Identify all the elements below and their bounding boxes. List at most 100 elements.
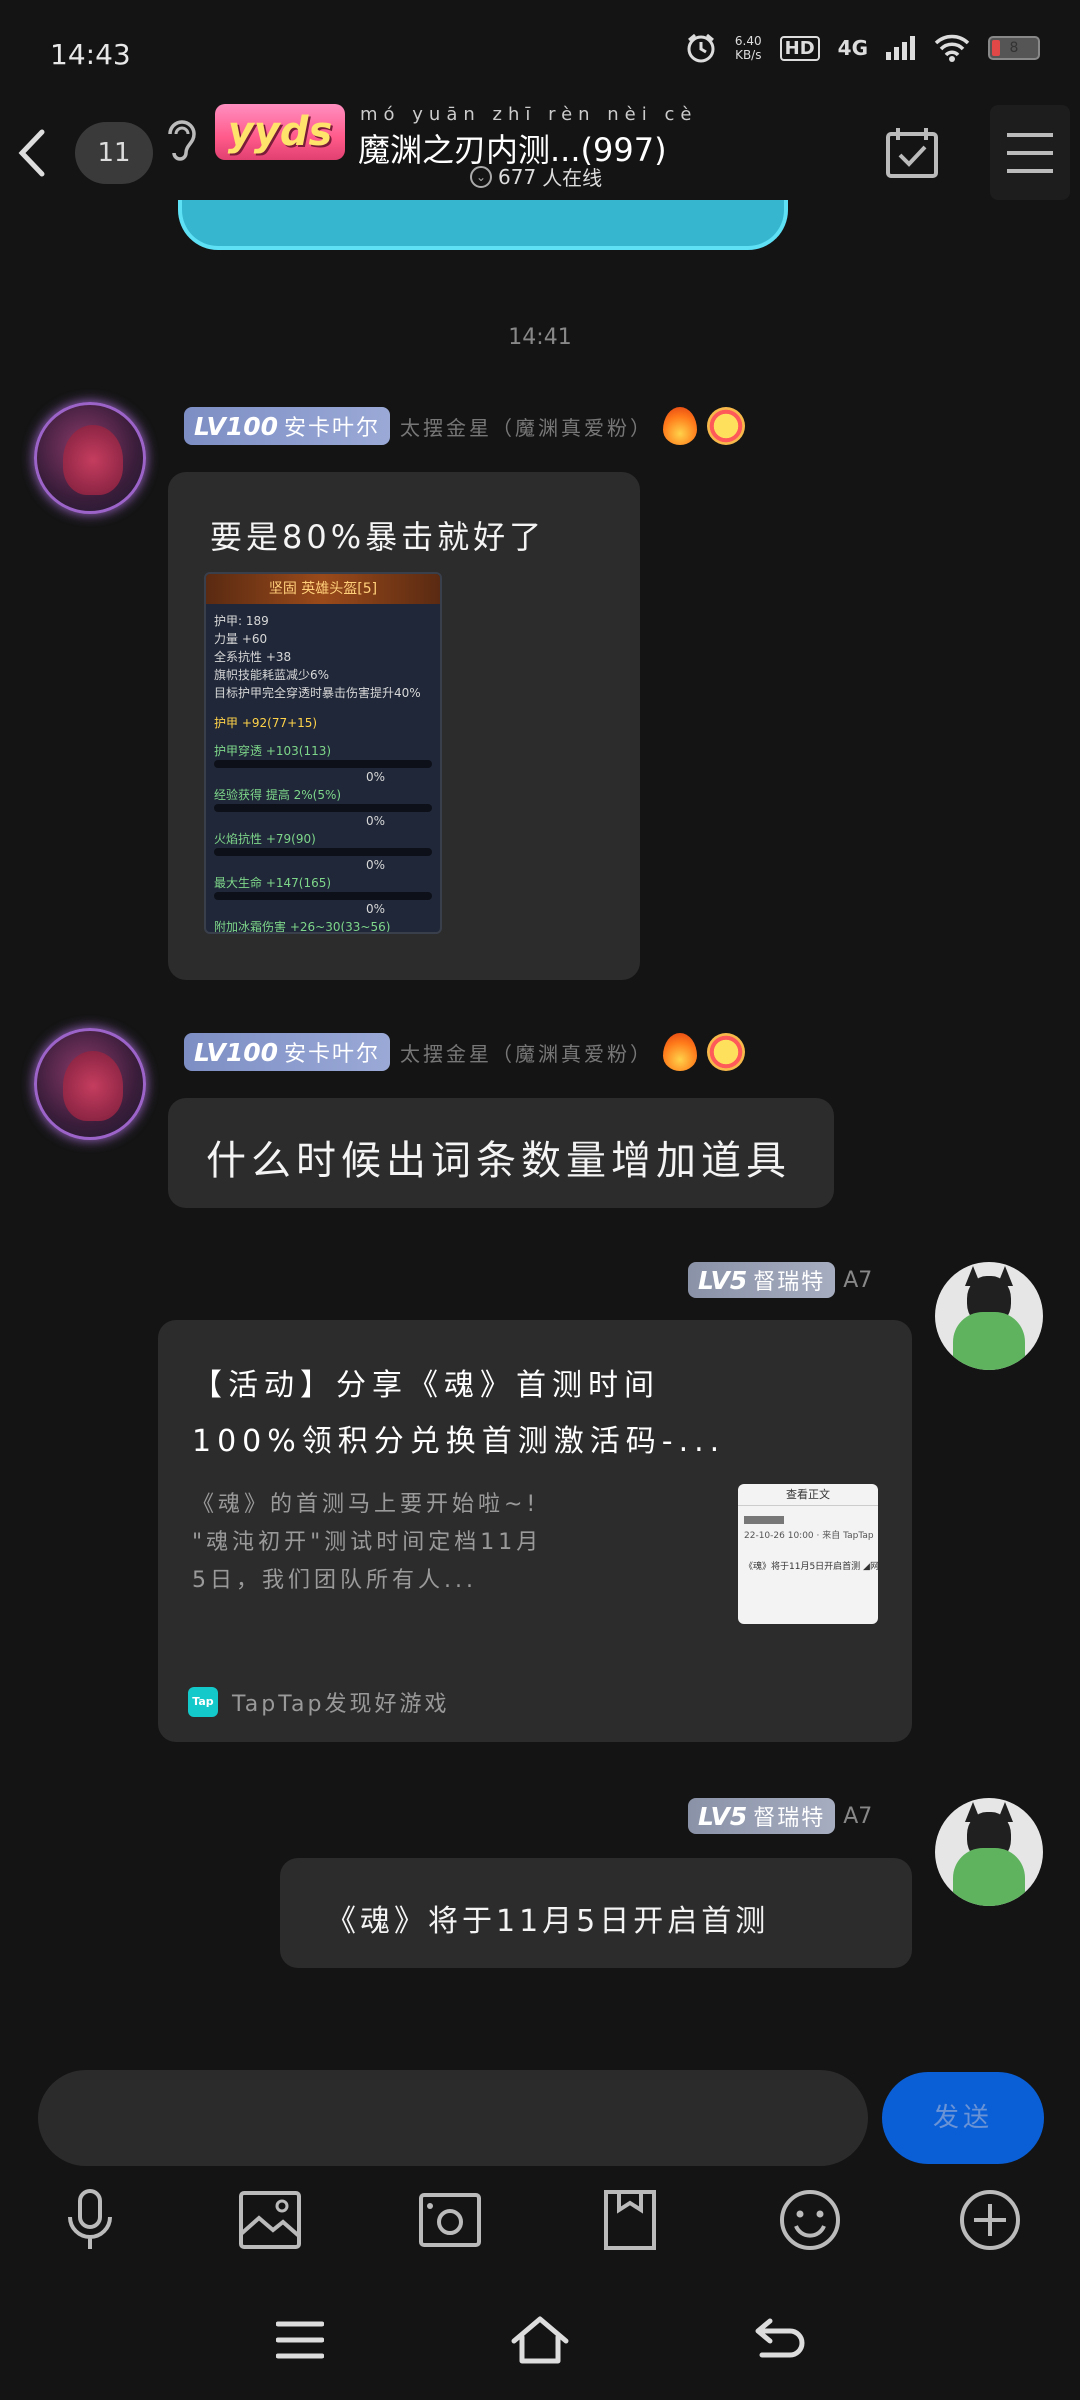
group-logo: yyds <box>215 104 345 160</box>
message-image[interactable]: 坚固 英雄头盔[5] 护甲: 189 力量 +60 全系抗性 +38 旗帜技能耗… <box>204 572 442 934</box>
title-name: 安卡叶尔 <box>284 1042 381 1067</box>
image-line: 护甲 +92(77+15) <box>214 716 318 730</box>
group-title[interactable]: mó yuān zhī rèn nèi cè 魔渊之刃内测...(997) <box>358 104 697 171</box>
battery-icon: 8 <box>988 36 1040 60</box>
message-bubble[interactable]: 什么时候出词条数量增加道具 <box>168 1098 834 1208</box>
level-badge: LV100 安卡叶尔 <box>184 407 391 445</box>
image-line: 全系抗性 +38 <box>214 650 292 664</box>
message-bubble[interactable]: 要是80%暴击就好了 坚固 英雄头盔[5] 护甲: 189 力量 +60 全系抗… <box>168 472 640 980</box>
share-card[interactable]: 【活动】分享《魂》首测时间 100%领积分兑换首测激活码-... 《魂》的首测马… <box>158 1320 912 1742</box>
online-count: 677 <box>498 164 537 189</box>
card-source: Tap TapTap发现好游戏 <box>188 1686 450 1718</box>
file-icon <box>604 2190 656 2250</box>
status-icons: 6.40 KB/s HD 4G 8 <box>685 32 1040 64</box>
online-status[interactable]: ⌄ 677 人在线 <box>470 162 602 191</box>
calendar-check-icon[interactable] <box>884 124 940 180</box>
unread-count-badge[interactable]: 11 <box>75 122 153 184</box>
image-icon <box>239 2191 301 2249</box>
card-title-line: 【活动】分享《魂》首测时间 <box>192 1368 660 1403</box>
plus-button[interactable] <box>950 2180 1030 2260</box>
image-line: 目标护甲完全穿透时暴击伤害提升40% <box>214 686 421 700</box>
level-label: LV5 <box>698 1801 748 1831</box>
card-description-line: "魂沌初开"测试时间定档11月 <box>192 1530 543 1555</box>
speed-unit: KB/s <box>735 48 762 62</box>
home-button[interactable] <box>505 2310 575 2370</box>
back-icon[interactable] <box>12 128 52 178</box>
level-label: LV5 <box>698 1265 748 1295</box>
camera-button[interactable] <box>410 2180 490 2260</box>
card-description-line: 5日，我们团队所有人... <box>192 1568 477 1593</box>
file-button[interactable] <box>590 2180 670 2260</box>
source-label: TapTap发现好游戏 <box>232 1692 450 1717</box>
stat-bar <box>214 804 432 812</box>
alarm-icon <box>687 33 715 63</box>
status-time: 14:43 <box>50 38 131 71</box>
message-text: 什么时候出词条数量增加道具 <box>206 1138 791 1184</box>
back-nav-button[interactable] <box>745 2310 815 2370</box>
menu-icon <box>1007 133 1053 173</box>
sender-header: LV100 安卡叶尔 太摆金星（魔渊真爱粉） <box>184 1033 746 1071</box>
flame-icon <box>663 407 698 445</box>
hd-badge: HD <box>779 35 820 61</box>
member-tag: A7 <box>843 1267 873 1293</box>
system-nav-bar <box>0 2300 1080 2370</box>
menu-button[interactable] <box>990 105 1070 200</box>
level-badge: LV5 督瑞特 <box>688 1798 836 1834</box>
image-line: 经验获得 提高 2%(5%) <box>214 788 342 802</box>
previous-message-card <box>178 200 788 250</box>
ear-icon[interactable] <box>162 116 198 166</box>
online-label: 人在线 <box>542 166 603 190</box>
level-label: LV100 <box>194 411 279 441</box>
sender-nickname[interactable]: 太摆金星（魔渊真爱粉） <box>400 1038 653 1067</box>
send-button[interactable]: 发送 <box>882 2072 1044 2164</box>
card-title-line: 100%领积分兑换首测激活码-... <box>192 1424 726 1459</box>
taptap-icon: Tap <box>188 1687 218 1717</box>
message-text: 要是80%暴击就好了 <box>210 518 546 556</box>
message-timestamp: 14:41 <box>508 325 572 350</box>
sender-header: LV5 督瑞特 A7 <box>688 1262 872 1298</box>
title-name: 安卡叶尔 <box>284 416 381 441</box>
sun-face-icon <box>707 407 746 445</box>
card-description-line: 《魂》的首测马上要开始啦~! <box>192 1492 540 1517</box>
mic-icon <box>68 2189 112 2249</box>
group-title-pinyin: mó yuān zhī rèn nèi cè <box>360 104 698 125</box>
thumbnail-avatar-line <box>744 1516 784 1524</box>
sender-nickname[interactable]: 太摆金星（魔渊真爱粉） <box>400 412 653 441</box>
thumbnail-text: 《魂》将于11月5日开启首测 ◢网页链接 <box>744 1562 878 1572</box>
speed-value: 6.40 <box>734 34 762 48</box>
sender-header: LV100 安卡叶尔 太摆金星（魔渊真爱粉） <box>184 407 746 445</box>
recent-apps-button[interactable] <box>265 2310 335 2370</box>
avatar[interactable] <box>935 1262 1043 1370</box>
image-line: 0% <box>366 770 386 784</box>
thumbnail-title: 查看正文 <box>738 1484 878 1506</box>
message-bubble[interactable]: 《魂》将于11月5日开启首测 <box>280 1858 912 1968</box>
image-line: 0% <box>366 858 386 872</box>
network-type: 4G <box>837 36 868 60</box>
level-badge: LV5 督瑞特 <box>688 1262 836 1298</box>
network-speed: 6.40 KB/s <box>735 34 762 62</box>
sender-header: LV5 督瑞特 A7 <box>688 1798 872 1834</box>
member-tag: A7 <box>843 1803 873 1829</box>
emoji-button[interactable] <box>770 2180 850 2260</box>
card-thumbnail: 查看正文 22-10-26 10:00 · 来自 TapTap 《魂》将于11月… <box>738 1484 878 1624</box>
image-line: 护甲穿透 +103(113) <box>214 744 332 758</box>
image-line: 火焰抗性 +79(90) <box>214 832 316 846</box>
level-label: LV100 <box>194 1037 279 1067</box>
emoji-icon <box>780 2190 840 2250</box>
camera-icon <box>419 2193 481 2247</box>
avatar[interactable] <box>935 1798 1043 1906</box>
battery-level: 8 <box>1009 40 1019 56</box>
image-title: 坚固 英雄头盔[5] <box>206 574 440 604</box>
avatar[interactable] <box>34 402 146 514</box>
status-bar: 14:43 6.40 KB/s HD 4G 8 <box>0 0 1080 100</box>
message-text: 《魂》将于11月5日开启首测 <box>326 1904 770 1939</box>
message-input[interactable] <box>38 2070 868 2166</box>
image-line: 护甲: 189 <box>214 614 269 628</box>
title-name: 督瑞特 <box>753 1270 826 1295</box>
image-button[interactable] <box>230 2180 310 2260</box>
thumbnail-meta: 22-10-26 10:00 · 来自 TapTap <box>744 1531 874 1541</box>
avatar[interactable] <box>34 1028 146 1140</box>
menu-lines-icon <box>276 2321 324 2359</box>
image-line: 0% <box>366 814 386 828</box>
mic-button[interactable] <box>50 2180 130 2260</box>
